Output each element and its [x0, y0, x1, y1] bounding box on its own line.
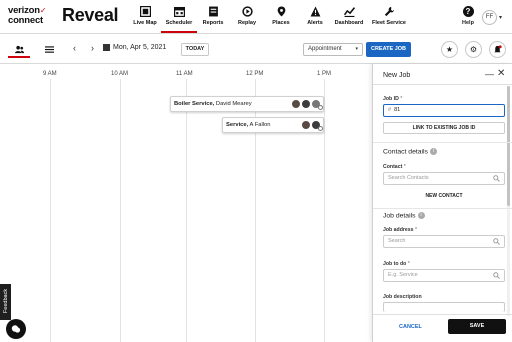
hour-label: 10 AM: [111, 71, 129, 77]
job-description-input[interactable]: [383, 302, 505, 312]
top-navigation-bar: verizon✓ connect Reveal Live Map Schedul…: [0, 0, 512, 34]
minimize-icon[interactable]: —: [485, 69, 494, 79]
nav-dashboard[interactable]: Dashboard: [331, 5, 367, 33]
cancel-button[interactable]: CANCEL: [399, 324, 422, 330]
job-card[interactable]: Service, A Fallon: [222, 117, 324, 133]
status-dot: [318, 126, 323, 131]
places-icon: [277, 6, 285, 17]
view-toggle: [8, 41, 60, 58]
verizon-connect-logo: verizon✓ connect: [8, 5, 47, 26]
contact-search-input[interactable]: Search Contacts: [383, 172, 505, 185]
chevron-down-icon[interactable]: ▾: [499, 14, 502, 21]
star-icon: ★: [445, 45, 454, 54]
job-to-do-input[interactable]: E.g. Service: [383, 269, 505, 282]
divider: [373, 208, 512, 209]
close-icon[interactable]: ✕: [497, 68, 505, 79]
previous-day-button[interactable]: ‹: [73, 43, 76, 53]
hour-label: 11 AM: [176, 71, 193, 77]
replay-icon: [241, 6, 253, 17]
info-icon: i: [429, 148, 437, 155]
fleet-service-icon: [384, 6, 394, 17]
hour-label: 12 PM: [246, 71, 264, 77]
contact-label: Contact *: [383, 164, 406, 170]
nav-places[interactable]: Places: [263, 5, 299, 33]
product-name: Reveal: [62, 5, 119, 25]
info-icon: i: [417, 212, 425, 219]
view-list-button[interactable]: [38, 41, 60, 58]
chat-bubble-icon: [11, 325, 21, 333]
hour-gridline: [324, 79, 325, 342]
save-button[interactable]: SAVE: [448, 319, 506, 334]
search-icon: [493, 175, 500, 182]
hour-label: 9 AM: [43, 71, 57, 77]
hour-gridline: [120, 79, 121, 342]
job-card[interactable]: Boiler Service, David Mearey: [170, 96, 324, 112]
gear-icon: ⚙: [469, 45, 478, 54]
settings-button[interactable]: ⚙: [465, 41, 482, 58]
link-existing-job-button[interactable]: LINK TO EXISTING JOB ID: [383, 122, 505, 134]
view-technicians-button[interactable]: [8, 41, 30, 58]
divider: [373, 84, 512, 85]
scheduler-icon: [173, 6, 185, 17]
today-button[interactable]: TODAY: [181, 43, 209, 56]
technician-avatar: [291, 99, 301, 109]
view-type-select[interactable]: Appointment ▾: [303, 43, 363, 56]
hour-label: 1 PM: [317, 71, 332, 77]
help-button[interactable]: ? Help: [457, 5, 479, 26]
job-address-input[interactable]: Search: [383, 235, 505, 248]
app-root: verizon✓ connect Reveal Live Map Schedul…: [0, 0, 512, 342]
create-job-button[interactable]: CREATE JOB: [366, 42, 411, 57]
search-icon: [493, 238, 500, 245]
alerts-icon: [310, 6, 320, 17]
nav-fleet-service[interactable]: Fleet Service: [368, 5, 410, 33]
timeline-hour-header: 9 AM 10 AM 11 AM 12 PM 1 PM: [0, 65, 372, 79]
job-description-label: Job description: [383, 294, 422, 300]
notification-bell-icon: [494, 45, 502, 53]
panel-title: New Job: [383, 72, 411, 79]
divider: [373, 142, 512, 143]
reports-icon: [208, 6, 218, 17]
notifications-button[interactable]: [489, 41, 506, 58]
nav-scheduler[interactable]: Scheduler: [161, 5, 197, 33]
live-map-icon: [139, 6, 151, 17]
calendar-icon[interactable]: [103, 44, 110, 51]
job-details-heading: Job details i: [383, 212, 425, 219]
job-id-label: Job ID *: [383, 96, 403, 102]
help-icon: ?: [462, 6, 474, 17]
hour-gridline: [50, 79, 51, 342]
job-address-label: Job address *: [383, 227, 418, 233]
job-to-do-label: Job to do *: [383, 261, 410, 267]
nav-alerts[interactable]: Alerts: [297, 5, 333, 33]
favorites-button[interactable]: ★: [441, 41, 458, 58]
next-day-button[interactable]: ›: [91, 43, 94, 53]
new-job-panel: New Job — ✕ Job ID * #81 LINK TO EXISTIN…: [372, 64, 512, 342]
user-avatar[interactable]: FF: [482, 10, 497, 25]
job-id-input[interactable]: #81: [383, 104, 505, 117]
current-date[interactable]: Mon, Apr 5, 2021: [113, 44, 166, 51]
feedback-tab[interactable]: Feedback: [0, 284, 11, 320]
dashboard-icon: [343, 7, 355, 17]
divider: [373, 314, 512, 315]
nav-live-map[interactable]: Live Map: [127, 5, 163, 33]
search-icon: [493, 272, 500, 279]
contact-details-heading: Contact details i: [383, 148, 437, 155]
scheduler-timeline: 9 AM 10 AM 11 AM 12 PM 1 PM Boiler Servi…: [0, 65, 372, 342]
scrollbar-thumb[interactable]: [507, 86, 510, 206]
chat-button[interactable]: [6, 319, 26, 339]
new-contact-button[interactable]: NEW CONTACT: [383, 191, 505, 203]
nav-reports[interactable]: Reports: [195, 5, 231, 33]
technician-avatar: [301, 120, 311, 130]
hour-gridline: [186, 79, 187, 342]
scheduler-toolbar: ‹ › Mon, Apr 5, 2021 TODAY Appointment ▾…: [0, 34, 512, 64]
technician-avatar: [301, 99, 311, 109]
list-icon: [44, 46, 54, 53]
status-dot: [318, 105, 323, 110]
chevron-down-icon: ▾: [355, 46, 358, 52]
people-icon: [14, 45, 24, 54]
nav-replay[interactable]: Replay: [229, 5, 265, 33]
